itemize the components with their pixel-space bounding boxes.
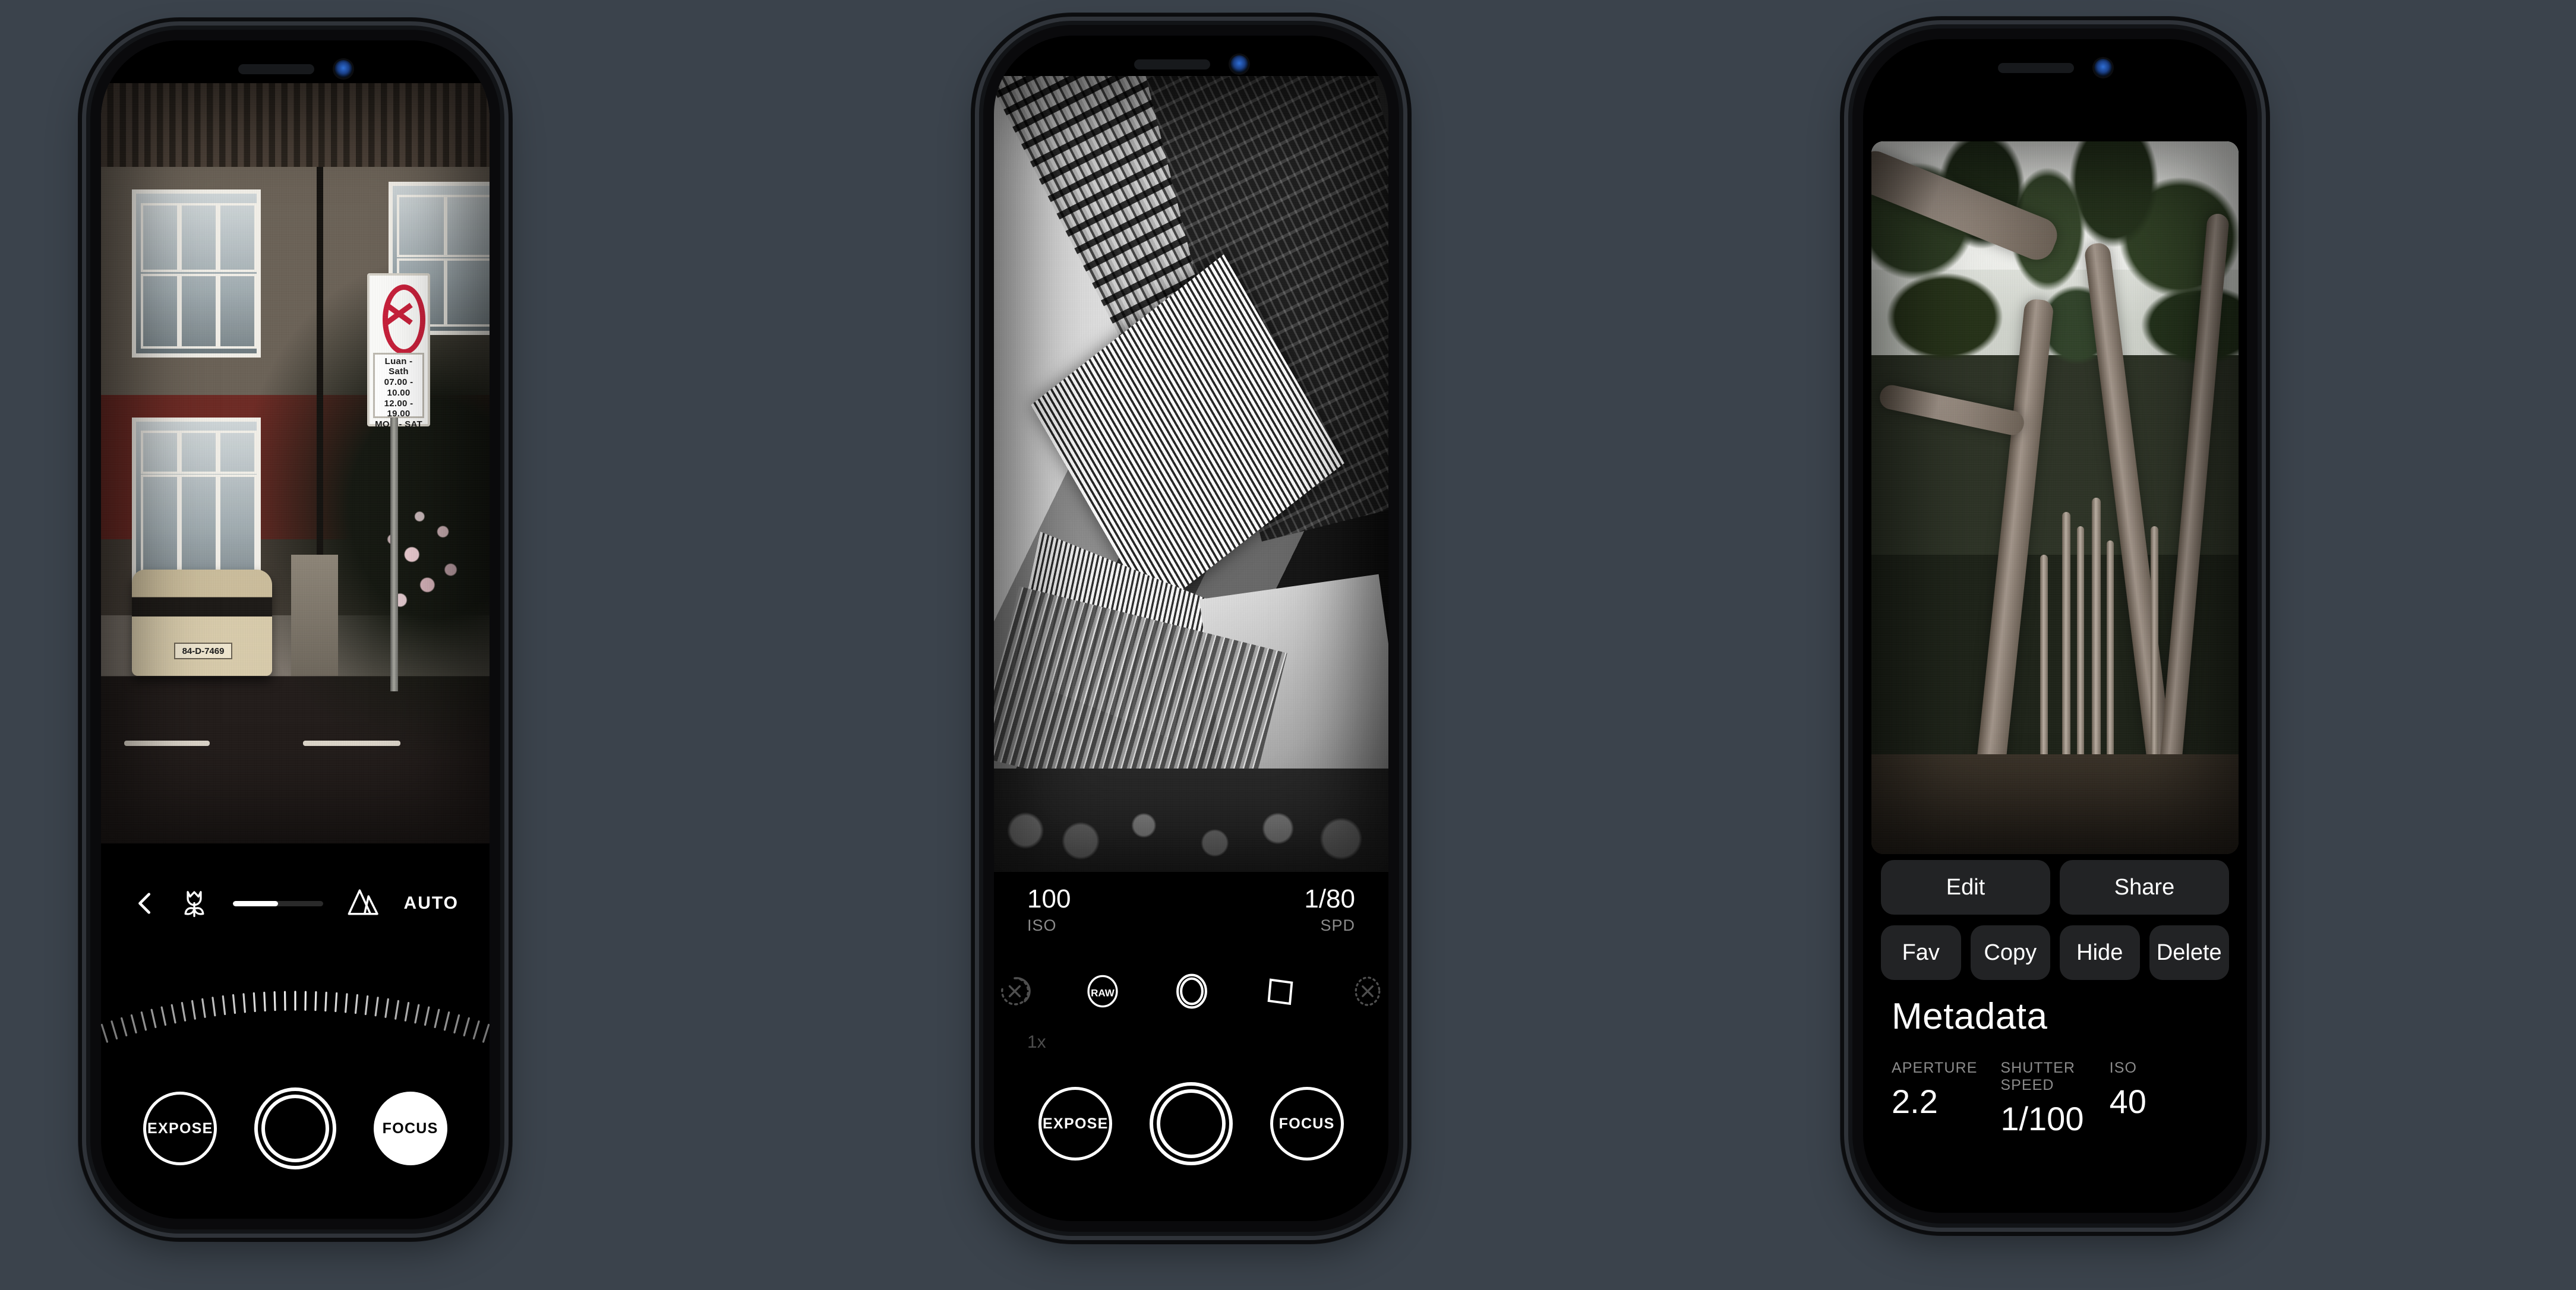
shutter-speed-label: SHUTTER SPEED	[2000, 1060, 2076, 1093]
phone2-photo-cityscape[interactable]	[994, 76, 1388, 872]
expose-button[interactable]: EXPOSE	[1038, 1087, 1113, 1161]
phone1-screen: Luan - Sath 07.00 - 10.00 12.00 - 19.00 …	[101, 40, 490, 1219]
earpiece-speaker-icon	[238, 64, 314, 74]
shutter-speed-value: 1/100	[2000, 1100, 2084, 1137]
front-camera-icon	[334, 60, 352, 78]
flash-off-icon[interactable]	[1352, 975, 1384, 1011]
phone2-notch-area	[994, 36, 1388, 93]
front-camera-icon	[1230, 55, 1248, 73]
iso-label: ISO	[2109, 1060, 2138, 1076]
copy-button-label: Copy	[1984, 940, 2037, 965]
sign-line-4: MON - SAT	[375, 419, 422, 429]
hide-button-label: Hide	[2076, 940, 2123, 965]
aperture-value: 2.2	[1892, 1083, 1938, 1120]
sign-line-3: 12.00 - 19.00	[384, 398, 413, 419]
road-marking-left	[124, 741, 210, 747]
expose-button[interactable]: EXPOSE	[143, 1092, 217, 1165]
delete-button[interactable]: Delete	[2149, 925, 2229, 980]
focus-button[interactable]: FOCUS	[1270, 1087, 1344, 1161]
svg-text:RAW: RAW	[1091, 987, 1115, 998]
phone1-shutter-row: EXPOSE FOCUS	[101, 1075, 490, 1182]
iso-value: 100	[1027, 884, 1071, 913]
no-parking-sign: Luan - Sath 07.00 - 10.00 12.00 - 19.00 …	[367, 273, 431, 429]
spd-label: SPD	[1320, 916, 1355, 934]
forest-floor	[1871, 754, 2239, 854]
chevron-left-icon[interactable]	[132, 890, 159, 917]
edit-button-label: Edit	[1946, 874, 1985, 900]
expose-button-label: EXPOSE	[147, 1120, 213, 1137]
gate-pillar	[291, 554, 338, 676]
iso-readout[interactable]: 100 ISO	[1027, 886, 1071, 935]
focus-control-bar: AUTO	[101, 871, 490, 936]
phone-camera-main: 100 ISO 1/80 SPD RAW 1x EXPOSE FOCUS	[971, 12, 1412, 1244]
metadata-aperture: APERTURE 2.2	[1892, 1060, 2000, 1136]
phone3-screen: Edit Share Fav Copy Hide Delete Metadata…	[1863, 39, 2247, 1213]
delete-button-label: Delete	[2156, 940, 2222, 965]
metadata-title: Metadata	[1892, 996, 2048, 1037]
shutter-button[interactable]	[1149, 1082, 1233, 1165]
aperture-label: APERTURE	[1892, 1060, 1978, 1076]
phone2-screen: 100 ISO 1/80 SPD RAW 1x EXPOSE FOCUS	[994, 36, 1388, 1221]
metadata-shutter-speed: SHUTTER SPEED 1/100	[2000, 1060, 2109, 1136]
tulip-macro-icon[interactable]	[179, 886, 209, 921]
camera-mode-bar: RAW	[994, 960, 1388, 1025]
car-number-plate: 84-D-7469	[173, 643, 233, 659]
phone3-notch-area	[1863, 39, 2247, 96]
focus-button-label: FOCUS	[382, 1120, 438, 1137]
mountain-landscape-icon[interactable]	[347, 887, 380, 920]
focus-slider-fill	[233, 900, 278, 906]
parked-car: 84-D-7469	[132, 570, 272, 676]
focus-button-label: FOCUS	[1278, 1115, 1335, 1132]
auto-mode-label[interactable]: AUTO	[404, 893, 459, 913]
primary-actions-row: Edit Share	[1863, 860, 2247, 915]
metadata-row: APERTURE 2.2 SHUTTER SPEED 1/100 ISO 40	[1863, 1060, 2247, 1136]
edit-button[interactable]: Edit	[1881, 860, 2050, 915]
sign-pole	[390, 418, 399, 691]
phone1-photo-house[interactable]: Luan - Sath 07.00 - 10.00 12.00 - 19.00 …	[101, 83, 490, 843]
focus-dial[interactable]	[101, 938, 490, 1093]
phone3-photo-banyan-tree[interactable]	[1871, 141, 2239, 854]
raw-icon[interactable]: RAW	[1085, 974, 1120, 1011]
iso-value: 40	[2109, 1083, 2146, 1120]
aspect-ratio-icon[interactable]	[1264, 974, 1297, 1011]
screenshot-stage: Luan - Sath 07.00 - 10.00 12.00 - 19.00 …	[0, 0, 2576, 1290]
focus-button[interactable]: FOCUS	[373, 1092, 447, 1165]
share-button[interactable]: Share	[2060, 860, 2229, 915]
earpiece-speaker-icon	[1998, 62, 2074, 73]
share-button-label: Share	[2114, 874, 2175, 900]
metadata-iso: ISO 40	[2110, 1060, 2218, 1136]
fav-button-label: Fav	[1902, 940, 1940, 965]
road-marking-right	[303, 741, 400, 747]
window-upper-left	[132, 189, 261, 358]
copy-button[interactable]: Copy	[1970, 925, 2050, 980]
phone-camera-focus: Luan - Sath 07.00 - 10.00 12.00 - 19.00 …	[78, 17, 513, 1242]
timer-off-icon[interactable]	[999, 975, 1031, 1010]
shutter-button[interactable]	[254, 1087, 336, 1169]
hide-button[interactable]: Hide	[2060, 925, 2140, 980]
phone2-shutter-row: EXPOSE FOCUS	[994, 1070, 1388, 1177]
secondary-actions-row: Fav Copy Hide Delete	[1863, 925, 2247, 980]
exif-readout-row: 100 ISO 1/80 SPD	[994, 886, 1388, 935]
tree-canopy-detail	[994, 768, 1388, 872]
dial-ticks	[101, 991, 490, 1043]
spd-value: 1/80	[1304, 884, 1355, 913]
shutter-speed-readout[interactable]: 1/80 SPD	[1304, 886, 1355, 935]
phone1-notch-area	[101, 40, 490, 97]
expose-button-label: EXPOSE	[1043, 1115, 1109, 1132]
zoom-level-label[interactable]: 1x	[1027, 1032, 1046, 1052]
iso-label: ISO	[1027, 916, 1057, 934]
aperture-lens-icon[interactable]	[1175, 973, 1209, 1013]
sign-line-2: 07.00 - 10.00	[384, 377, 413, 398]
fav-button[interactable]: Fav	[1881, 925, 1961, 980]
phone-photo-viewer: Edit Share Fav Copy Hide Delete Metadata…	[1840, 16, 2270, 1236]
focus-distance-slider[interactable]	[233, 900, 323, 906]
front-camera-icon	[2094, 59, 2112, 77]
drainpipe	[316, 166, 323, 562]
sign-line-1: Luan - Sath	[384, 356, 413, 377]
earpiece-speaker-icon	[1134, 59, 1210, 69]
